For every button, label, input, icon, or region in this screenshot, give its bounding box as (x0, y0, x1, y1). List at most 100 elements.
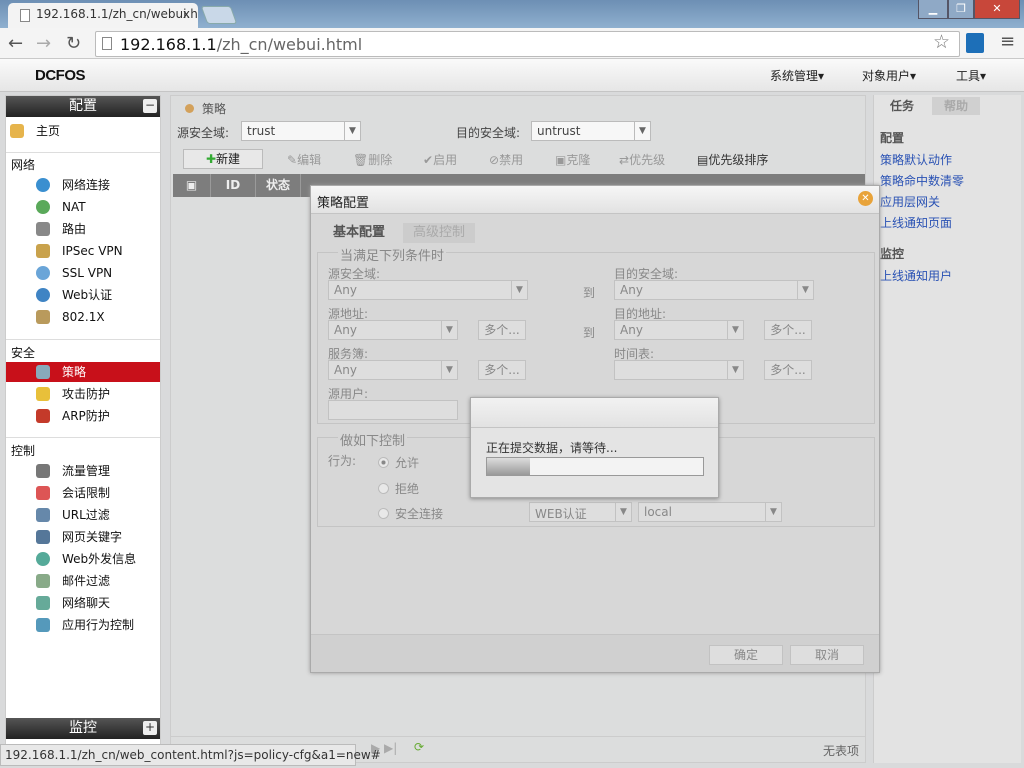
address-bar[interactable]: 192.168.1.1/zh_cn/webui.html (95, 31, 960, 57)
sidebar-item[interactable]: NAT (6, 197, 160, 217)
tab-tasks[interactable]: 任务 (878, 97, 927, 115)
column-status[interactable]: 状态 (256, 174, 301, 197)
allow-radio[interactable] (378, 457, 389, 468)
link-default-action[interactable]: 策略默认动作 (880, 151, 952, 168)
menu-objects[interactable]: 对象用户▾ (862, 67, 916, 84)
sidebar-item[interactable]: 邮件过滤 (6, 571, 160, 591)
sidebar-item[interactable]: 网络连接 (6, 175, 160, 195)
expand-icon[interactable]: + (143, 721, 157, 735)
deny-radio[interactable] (378, 483, 389, 494)
secure-radio[interactable] (378, 508, 389, 519)
sidebar-item[interactable]: 应用行为控制 (6, 615, 160, 635)
enable-button[interactable]: ✔启用 (423, 151, 457, 168)
new-button[interactable]: ✚新建 (183, 149, 263, 169)
src-addr-more-button[interactable]: 多个... (478, 320, 526, 340)
section-title: 配置 (880, 131, 905, 145)
forward-icon[interactable]: → (36, 33, 51, 54)
service-select[interactable]: Any ▼ (328, 360, 458, 380)
page-icon (20, 9, 30, 22)
divider (6, 339, 160, 340)
new-tab-button[interactable] (200, 6, 238, 24)
src-zone-label: 源安全域: (177, 126, 230, 140)
dst-addr-select[interactable]: Any ▼ (614, 320, 744, 340)
dst-addr-more-button[interactable]: 多个... (764, 320, 812, 340)
menu-system[interactable]: 系统管理▾ (770, 67, 824, 84)
chevron-down-icon: ▼ (441, 321, 457, 339)
sidebar-item[interactable]: 网络聊天 (6, 593, 160, 613)
clone-button[interactable]: ▣克隆 (555, 151, 590, 168)
browser-tabbar: 192.168.1.1/zh_cn/webui.htmlx ▁ ❐ ✕ (0, 0, 1024, 28)
network-icon (36, 178, 50, 192)
tab-help[interactable]: 帮助 (932, 97, 981, 115)
minimize-button[interactable]: ▁ (918, 0, 948, 19)
sidebar-header[interactable]: 配置 − (6, 96, 160, 117)
menu-tools[interactable]: 工具▾ (956, 67, 986, 84)
sidebar-item[interactable]: 会话限制 (6, 483, 160, 503)
select-all-checkbox[interactable]: ▣ (173, 174, 211, 197)
priority-sort-button[interactable]: ▤优先级排序 (697, 151, 768, 168)
chevron-down-icon: ▼ (634, 122, 650, 140)
priority-button[interactable]: ⇄优先级 (619, 151, 665, 168)
ok-button[interactable]: 确定 (709, 645, 783, 665)
link-notify-page[interactable]: 上线通知页面 (880, 214, 952, 231)
reload-icon[interactable]: ↻ (66, 33, 81, 54)
close-tab-icon[interactable]: x (183, 7, 190, 21)
link-clear-hits[interactable]: 策略命中数清零 (880, 172, 964, 189)
auth-server-select[interactable]: local ▼ (638, 502, 782, 522)
sidebar-item[interactable]: Web认证 (6, 285, 160, 305)
star-icon[interactable]: ☆ (933, 31, 950, 53)
label: 安全连接 (395, 507, 444, 521)
sidebar-monitor-header[interactable]: 监控 + (6, 718, 160, 739)
sidebar-item[interactable]: 网页关键字 (6, 527, 160, 547)
dst-zone-select[interactable]: untrust ▼ (531, 121, 651, 141)
edit-button[interactable]: ✎编辑 (287, 151, 321, 168)
schedule-more-button[interactable]: 多个... (764, 360, 812, 380)
schedule-select[interactable]: ▼ (614, 360, 744, 380)
dst-zone-select[interactable]: Any ▼ (614, 280, 814, 300)
sidebar-item[interactable]: ARP防护 (6, 406, 160, 426)
chat-icon (36, 596, 50, 610)
sidebar-item[interactable]: SSL VPN (6, 263, 160, 283)
maximize-button[interactable]: ❐ (948, 0, 974, 19)
tab-basic[interactable]: 基本配置 (323, 223, 395, 243)
sidebar-item[interactable]: 流量管理 (6, 461, 160, 481)
home-icon (10, 124, 24, 138)
sidebar-item[interactable]: 路由 (6, 219, 160, 239)
close-icon[interactable]: ✕ (858, 191, 873, 206)
window-close-button[interactable]: ✕ (974, 0, 1020, 19)
8021x-icon (36, 310, 50, 324)
sidebar-item-policy[interactable]: 策略 (6, 362, 160, 382)
src-zone-select[interactable]: Any ▼ (328, 280, 528, 300)
column-id[interactable]: ID (211, 174, 256, 197)
sidebar-item[interactable]: 802.1X (6, 307, 160, 327)
section-title: 监控 (880, 247, 905, 261)
sidebar-item[interactable]: IPSec VPN (6, 241, 160, 261)
collapse-icon[interactable]: − (143, 99, 157, 113)
tab-advanced[interactable]: 高级控制 (403, 223, 476, 243)
link-alg[interactable]: 应用层网关 (880, 193, 940, 210)
extension-icon[interactable] (966, 33, 984, 53)
chevron-down-icon: ▼ (511, 281, 527, 299)
label: 允许 (395, 456, 420, 470)
src-zone-select[interactable]: trust ▼ (241, 121, 361, 141)
group-network: 网络 (11, 158, 36, 172)
browser-tab[interactable]: 192.168.1.1/zh_cn/webui.htmlx (8, 3, 198, 28)
sidebar-item[interactable]: Web外发信息 (6, 549, 160, 569)
sidebar-item[interactable]: 攻击防护 (6, 384, 160, 404)
delete-button[interactable]: 🗑删除 (353, 151, 392, 168)
chevron-down-icon: ▼ (727, 361, 743, 379)
back-icon[interactable]: ← (8, 33, 23, 54)
src-user-input[interactable] (328, 400, 458, 420)
sidebar-item[interactable]: URL过滤 (6, 505, 160, 525)
refresh-icon[interactable]: ⟳ (414, 740, 424, 754)
cancel-button[interactable]: 取消 (790, 645, 864, 665)
src-addr-select[interactable]: Any ▼ (328, 320, 458, 340)
menu-icon[interactable]: ≡ (1000, 31, 1015, 52)
auth-select[interactable]: WEB认证 ▼ (529, 502, 632, 522)
link-online-users[interactable]: 上线通知用户 (880, 267, 952, 284)
service-more-button[interactable]: 多个... (478, 360, 526, 380)
disable-button[interactable]: ⊘禁用 (489, 151, 523, 168)
chevron-down-icon: ▼ (615, 503, 631, 521)
group-control: 控制 (11, 444, 36, 458)
sidebar-item-home[interactable]: 主页 (6, 121, 160, 141)
